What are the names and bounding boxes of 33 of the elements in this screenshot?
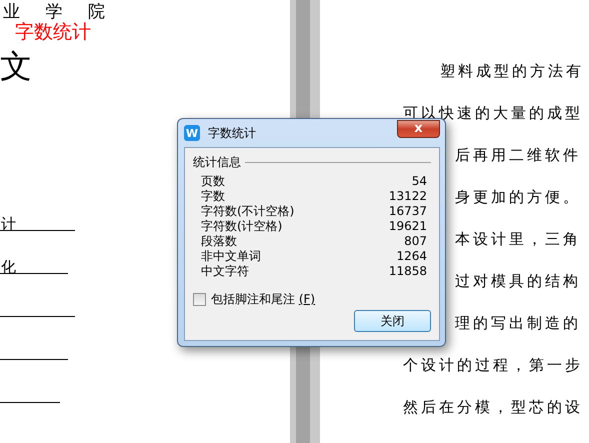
body-text-line: 本设计里，三角 [455,229,581,250]
stat-value: 13122 [388,189,427,204]
body-text-line: 塑料成型的方法有 [440,61,584,82]
stat-value: 807 [404,234,427,249]
body-text-line: 然后在分模，型芯的设 [403,397,583,418]
stat-value: 11858 [388,264,427,279]
body-text-line: 过对模具的结构 [455,271,581,292]
body-text-line: 理的写出制造的 [455,313,581,334]
close-button[interactable]: x [397,120,440,138]
body-text-line: 后再用二维软件 [455,145,581,166]
body-text-line: 个设计的过程，第一步 [403,355,583,376]
stat-label: 非中文单词 [201,249,261,264]
stat-label: 页数 [201,174,225,189]
checkbox-label: 包括脚注和尾注 (F) [211,291,316,308]
page-heading: 业 学 院 [3,2,115,22]
group-label: 统计信息 [193,154,241,171]
stat-label: 中文字符 [201,264,249,279]
stat-label: 字符数(不计空格) [201,204,294,219]
stat-label: 字符数(计空格) [201,219,282,234]
close-dialog-button[interactable]: 关闭 [354,310,431,332]
dialog-title: 字数统计 [208,124,257,142]
checkbox[interactable] [193,293,206,306]
page-heading: 文 [0,46,32,86]
stat-value: 19621 [388,219,427,234]
stat-value: 1264 [396,249,427,264]
stat-value: 16737 [388,204,427,219]
field-text: 计 [1,215,16,233]
app-icon: W [184,125,200,141]
stamp-text: 字数统计 [15,22,91,42]
stat-label: 字数 [201,189,225,204]
stat-value: 54 [412,174,427,189]
stat-label: 段落数 [201,234,237,249]
body-text-line: 身更加的方便。 [455,187,581,208]
